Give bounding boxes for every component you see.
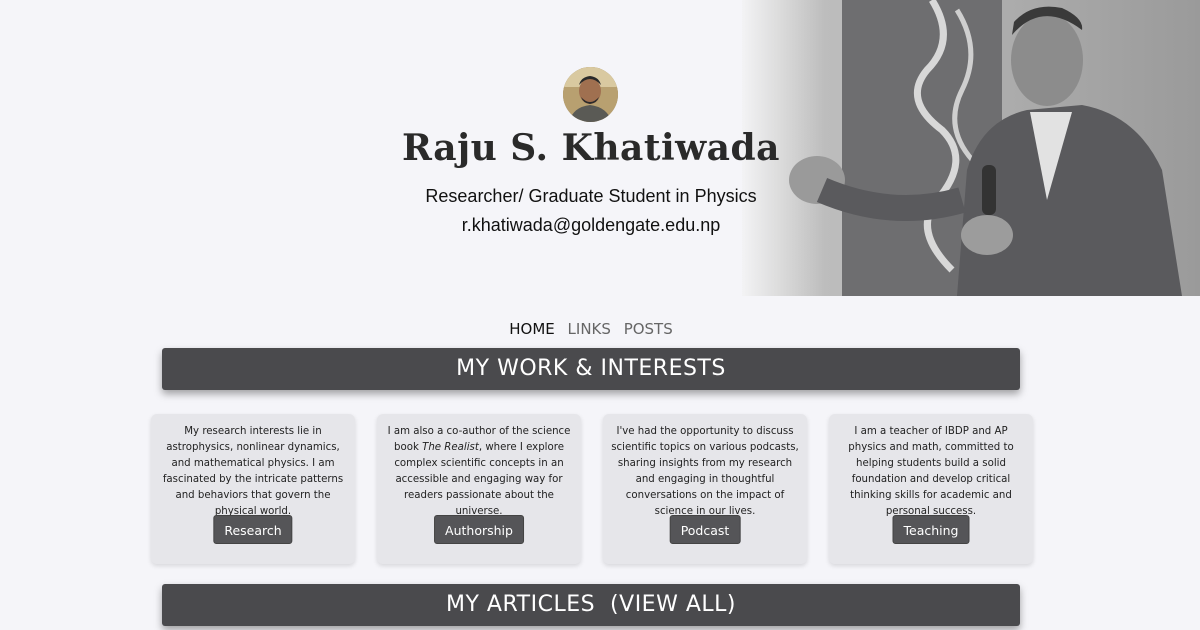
- card-teaching: I am a teacher of IBDP and AP physics an…: [829, 414, 1033, 564]
- podcast-button[interactable]: Podcast: [669, 515, 741, 544]
- card-text: I've had the opportunity to discuss scie…: [611, 426, 799, 517]
- card-podcast: I've had the opportunity to discuss scie…: [603, 414, 807, 564]
- profile-subtitle: Researcher/ Graduate Student in Physics: [425, 186, 757, 206]
- avatar: [563, 67, 618, 122]
- card-text: I am also a co-author of the science boo…: [385, 424, 573, 520]
- research-button[interactable]: Research: [213, 515, 293, 544]
- card-text-part: , where I explore complex scientific con…: [394, 442, 564, 517]
- authorship-button[interactable]: Authorship: [434, 515, 524, 544]
- nav-links[interactable]: LINKS: [568, 320, 611, 338]
- book-title: The Realist: [422, 442, 479, 453]
- teaching-button[interactable]: Teaching: [892, 515, 970, 544]
- hero: Raju S. Khatiwada Researcher/ Graduate S…: [0, 0, 1200, 296]
- main-nav: HOME LINKS POSTS: [0, 320, 1182, 338]
- nav-home[interactable]: HOME: [509, 320, 555, 338]
- profile-email[interactable]: r.khatiwada@goldengate.edu.np: [0, 215, 1182, 236]
- card-text: I am a teacher of IBDP and AP physics an…: [848, 426, 1014, 517]
- card-authorship: I am also a co-author of the science boo…: [377, 414, 581, 564]
- nav-posts[interactable]: POSTS: [624, 320, 673, 338]
- section-title-articles[interactable]: MY ARTICLES (VIEW ALL): [162, 584, 1020, 626]
- profile-name: Raju S. Khatiwada: [402, 127, 780, 169]
- card-research: My research interests lie in astrophysic…: [151, 414, 355, 564]
- section-title-work: MY WORK & INTERESTS: [162, 348, 1020, 390]
- card-text: My research interests lie in astrophysic…: [162, 426, 344, 517]
